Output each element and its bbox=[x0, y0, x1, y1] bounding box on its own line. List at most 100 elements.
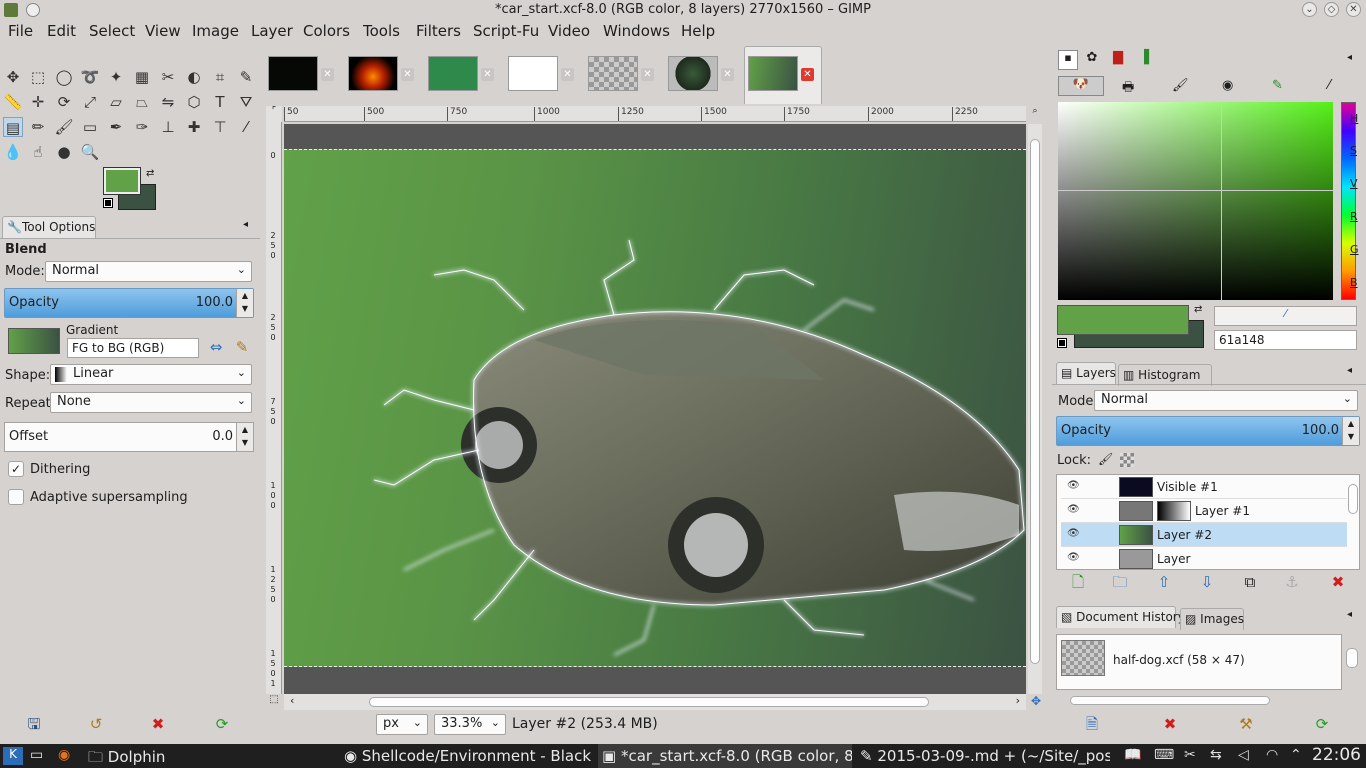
paintbrush-icon[interactable]: 🖌 bbox=[54, 117, 74, 137]
vertical-ruler[interactable]: 0 2 5 0 2 5 0 7 5 0 1 0 0 1 2 5 0 1 5 0 … bbox=[266, 122, 282, 694]
clock[interactable]: 22:06 bbox=[1312, 745, 1361, 765]
perspective-clone-icon[interactable]: ⊤ bbox=[210, 117, 230, 137]
blend-tool-icon[interactable]: ▤ bbox=[3, 117, 23, 137]
eraser-icon[interactable]: ▭ bbox=[80, 117, 100, 137]
vertical-scrollbar[interactable] bbox=[1028, 124, 1042, 694]
horizontal-ruler[interactable]: 50 500 750 1000 1250 1500 1750 2000 2250 bbox=[284, 106, 1026, 122]
scroll-left-icon[interactable]: ‹ bbox=[290, 694, 294, 707]
pencil-icon[interactable]: ✏ bbox=[28, 117, 48, 137]
layer-row-selected[interactable]: 👁 Layer #2 bbox=[1061, 523, 1347, 547]
opacity-slider[interactable]: Opacity 100.0 ▲ ▼ bbox=[4, 288, 254, 318]
bucket-fill-icon[interactable]: ⛛ bbox=[236, 92, 256, 112]
menu-layer[interactable]: Layer bbox=[251, 22, 293, 40]
image-tab-thumb-3[interactable] bbox=[428, 56, 478, 91]
clean-icon[interactable]: ⚒ bbox=[1236, 714, 1256, 734]
scroll-right-icon[interactable]: › bbox=[1016, 694, 1020, 707]
watercolor-selector-icon[interactable]: 🖌 bbox=[1172, 78, 1189, 93]
close-tab-icon[interactable]: ✕ bbox=[641, 68, 654, 81]
anchor-layer-icon[interactable]: ⚓ bbox=[1282, 572, 1302, 592]
minimize-button[interactable]: ⌄ bbox=[1302, 2, 1317, 17]
color-picker-icon[interactable]: ⁄ bbox=[236, 117, 256, 137]
airbrush-icon[interactable]: ✒ bbox=[106, 117, 126, 137]
menu-script-fu[interactable]: Script-Fu bbox=[473, 22, 539, 40]
scroll-thumb[interactable] bbox=[1030, 139, 1040, 664]
cage-transform-icon[interactable]: ⬡ bbox=[184, 92, 204, 112]
channel-s[interactable]: S bbox=[1350, 144, 1357, 157]
history-scroll-thumb[interactable] bbox=[1346, 648, 1358, 668]
delete-image-icon[interactable]: ✖ bbox=[1160, 714, 1180, 734]
shear-icon[interactable]: ▱ bbox=[106, 92, 126, 112]
kde-menu-icon[interactable]: K bbox=[3, 747, 23, 765]
visibility-eye-icon[interactable]: 👁 bbox=[1067, 552, 1080, 563]
task-editor[interactable]: ✎ 2015-03-09-.md + (~/Site/_posts) bbox=[856, 744, 1110, 768]
channel-v[interactable]: V bbox=[1350, 177, 1358, 190]
default-colors-icon[interactable] bbox=[103, 198, 113, 208]
duplicate-layer-icon[interactable]: ⧉ bbox=[1240, 572, 1260, 592]
configure-tab-icon[interactable]: ◂ bbox=[1347, 609, 1352, 620]
image-tab-thumb-4[interactable] bbox=[508, 56, 558, 91]
image-tab-thumb-active[interactable] bbox=[748, 56, 798, 91]
gradients-tab-icon[interactable]: ▐ bbox=[1134, 50, 1154, 70]
foreground-color-swatch[interactable] bbox=[1057, 305, 1189, 335]
foreground-select-icon[interactable]: ◐ bbox=[184, 67, 204, 87]
channel-g[interactable]: G bbox=[1350, 243, 1359, 256]
heal-icon[interactable]: ✚ bbox=[184, 117, 204, 137]
image-tab-thumb-1[interactable] bbox=[268, 56, 318, 91]
clipboard-icon[interactable]: ✂ bbox=[1184, 747, 1196, 763]
lock-alpha-icon[interactable] bbox=[1120, 453, 1134, 467]
horizontal-scrollbar[interactable]: ‹ › bbox=[284, 694, 1026, 710]
tab-images[interactable]: ▨ Images bbox=[1180, 608, 1244, 630]
blur-icon[interactable]: 💧 bbox=[3, 142, 23, 162]
visibility-eye-icon[interactable]: 👁 bbox=[1067, 480, 1080, 491]
channel-r[interactable]: R bbox=[1350, 210, 1358, 223]
configure-tab-icon[interactable]: ◂ bbox=[243, 219, 248, 230]
close-tab-icon[interactable]: ✕ bbox=[561, 68, 574, 81]
flip-icon[interactable]: ⇋ bbox=[158, 92, 178, 112]
perspective-icon[interactable]: ⏢ bbox=[132, 92, 152, 112]
raise-layer-icon[interactable]: ⇧ bbox=[1154, 572, 1174, 592]
align-icon[interactable]: ✛ bbox=[28, 92, 48, 112]
gradient-preview[interactable] bbox=[8, 328, 60, 354]
dodge-burn-icon[interactable]: ● bbox=[54, 142, 74, 162]
select-by-color-icon[interactable]: ▦ bbox=[132, 67, 152, 87]
lock-pixels-icon[interactable]: 🖌 bbox=[1098, 452, 1113, 466]
hex-color-field[interactable]: 61a148 bbox=[1214, 330, 1357, 350]
scales-selector-icon[interactable]: ✎ bbox=[1272, 78, 1283, 93]
zoom-icon[interactable]: 🔍 bbox=[80, 142, 100, 162]
layer-opacity-slider[interactable]: Opacity 100.0 ▲ ▼ bbox=[1056, 416, 1360, 446]
mode-select[interactable]: Normal ⌄ bbox=[45, 261, 252, 282]
measure-icon[interactable]: 📏 bbox=[3, 92, 23, 112]
opacity-spinner[interactable]: ▲ ▼ bbox=[236, 289, 253, 317]
menu-select[interactable]: Select bbox=[89, 22, 135, 40]
repeat-select[interactable]: None ⌄ bbox=[50, 392, 252, 413]
scroll-thumb[interactable] bbox=[369, 697, 929, 707]
visibility-eye-icon[interactable]: 👁 bbox=[1067, 504, 1080, 515]
image-canvas[interactable] bbox=[284, 149, 1026, 667]
swap-colors-icon[interactable]: ⇄ bbox=[146, 168, 154, 179]
new-layer-icon[interactable]: 🗋 bbox=[1068, 572, 1088, 592]
wifi-icon[interactable]: ◠ bbox=[1266, 747, 1278, 763]
layer-name[interactable]: Layer bbox=[1157, 552, 1190, 566]
layers-scroll-thumb[interactable] bbox=[1348, 484, 1358, 514]
color-saturation-field[interactable] bbox=[1058, 102, 1333, 300]
scissors-select-icon[interactable]: ✂ bbox=[158, 67, 178, 87]
history-hscroll-thumb[interactable] bbox=[1070, 696, 1270, 705]
configure-tab-icon[interactable]: ◂ bbox=[1347, 365, 1352, 376]
lasso-icon[interactable]: ➰ bbox=[80, 67, 100, 87]
history-entry[interactable]: half-dog.xcf (58 × 47) bbox=[1113, 653, 1245, 667]
rotate-icon[interactable]: ⟳ bbox=[54, 92, 74, 112]
dictionary-icon[interactable]: 📖 bbox=[1124, 747, 1141, 763]
tab-document-history[interactable]: ▧ Document History bbox=[1056, 606, 1185, 628]
menu-view[interactable]: View bbox=[145, 22, 181, 40]
close-tab-icon[interactable]: ✕ bbox=[481, 68, 494, 81]
text-tool-icon[interactable]: T bbox=[210, 92, 230, 112]
gradient-name-field[interactable]: FG to BG (RGB) bbox=[67, 338, 199, 358]
close-tab-icon[interactable]: ✕ bbox=[401, 68, 414, 81]
unit-select[interactable]: px ⌄ bbox=[376, 714, 428, 735]
menu-file[interactable]: File bbox=[8, 22, 33, 40]
maximize-button[interactable]: ◇ bbox=[1324, 2, 1339, 17]
menu-image[interactable]: Image bbox=[192, 22, 239, 40]
crop-icon[interactable]: ⌗ bbox=[210, 67, 230, 87]
delete-layer-icon[interactable]: ✖ bbox=[1328, 572, 1348, 592]
menu-video[interactable]: Video bbox=[548, 22, 590, 40]
